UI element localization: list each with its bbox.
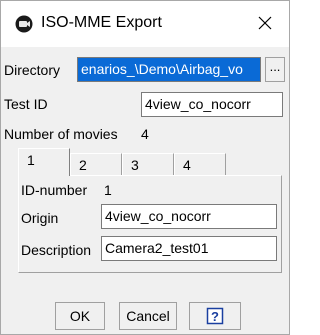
help-button[interactable]: ? (189, 302, 241, 330)
close-button[interactable] (247, 7, 283, 39)
close-icon (258, 16, 272, 30)
tab-4[interactable]: 4 (174, 153, 226, 175)
test-id-input[interactable]: 4view_co_nocorr (141, 92, 283, 117)
movies-label: Number of movies (4, 126, 118, 142)
browse-button[interactable]: ... (265, 57, 285, 82)
camera-icon (15, 15, 33, 33)
description-label: Description (21, 242, 92, 258)
export-dialog: ISO-MME Export Directory enarios_\Demo\A… (0, 0, 290, 335)
id-number-value: 1 (104, 182, 112, 198)
description-input[interactable]: Camera2_test01 (101, 236, 277, 261)
help-icon: ? (206, 307, 224, 325)
id-number-label: ID-number (21, 182, 88, 198)
origin-input[interactable]: 4view_co_nocorr (101, 204, 277, 229)
tab-2[interactable]: 2 (70, 153, 122, 175)
title-bar: ISO-MME Export (1, 1, 289, 47)
tab-3[interactable]: 3 (122, 153, 174, 175)
tab-1[interactable]: 1 (18, 148, 70, 176)
cancel-button[interactable]: Cancel (119, 302, 177, 330)
movies-count: 4 (141, 126, 149, 142)
test-id-label: Test ID (4, 96, 48, 112)
ok-button[interactable]: OK (55, 302, 105, 330)
window-title: ISO-MME Export (41, 14, 162, 31)
origin-label: Origin (21, 210, 59, 226)
directory-input[interactable]: enarios_\Demo\Airbag_vo (77, 57, 261, 82)
svg-text:?: ? (211, 309, 219, 324)
directory-label: Directory (4, 62, 61, 78)
